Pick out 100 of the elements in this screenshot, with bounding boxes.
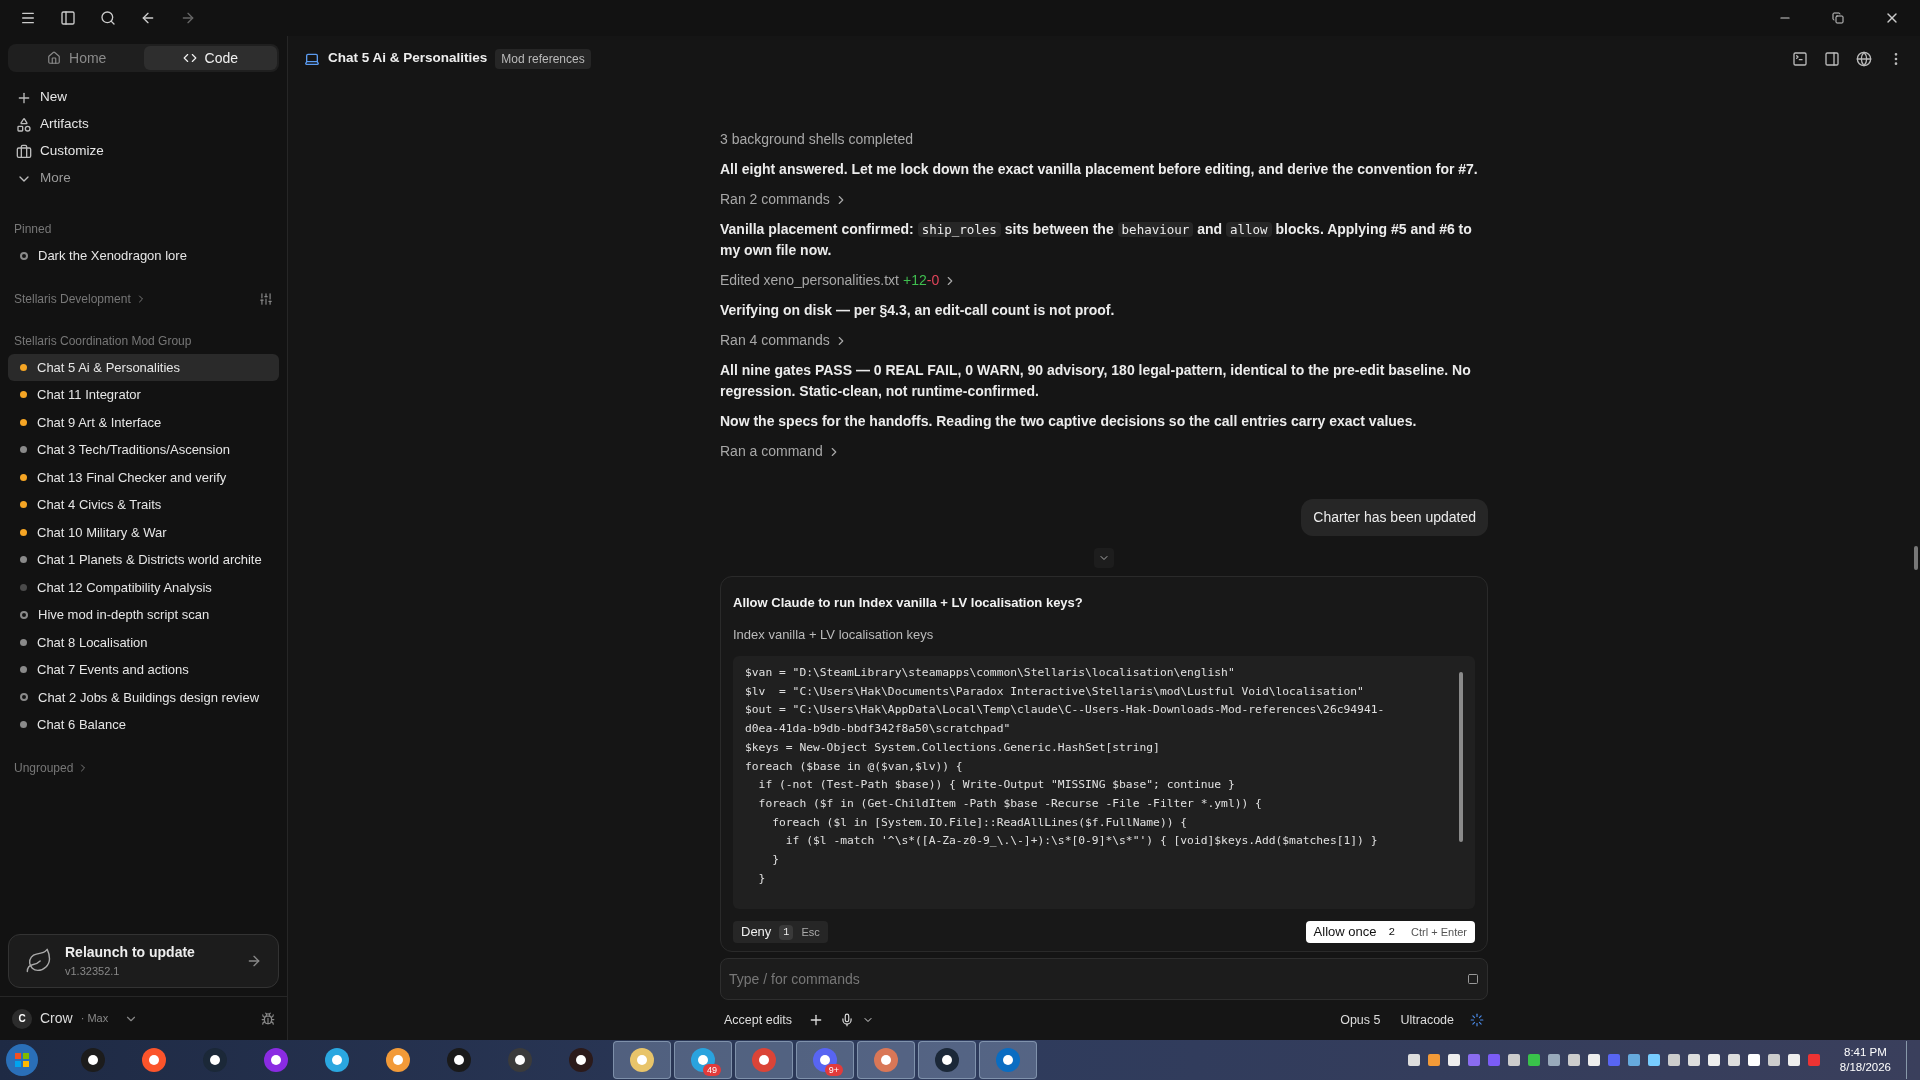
inline-code: ship_roles xyxy=(917,222,1001,237)
tool-summary[interactable]: Ran 2 commands xyxy=(720,189,1488,210)
chat-item[interactable]: Chat 3 Tech/Traditions/Ascension xyxy=(8,436,279,464)
chat-item[interactable]: Chat 13 Final Checker and verify xyxy=(8,463,279,491)
mode-selector[interactable]: Accept edits xyxy=(724,1010,793,1030)
tool-summary[interactable]: Ran a command xyxy=(720,441,1488,462)
scroll-down-button[interactable] xyxy=(1094,548,1114,568)
removed-count: -0 xyxy=(926,271,940,290)
code-line: $van = "D:\SteamLibrary\steamapps\common\Stellaris\localisation\english" xyxy=(745,665,1235,681)
scrollbar-thumb[interactable] xyxy=(1914,546,1918,570)
permission-title: Allow Claude to run Index vanilla + LV localisation keys? xyxy=(733,594,1084,612)
stop-icon[interactable] xyxy=(1467,973,1479,985)
code-line: d0ea-41da-b9db-bbdf342f8a50\scratchpad" xyxy=(745,721,1011,738)
model-selector[interactable]: Opus 5 xyxy=(1340,1010,1381,1030)
chat-item[interactable]: Chat 2 Jobs & Buildings design review xyxy=(8,683,279,711)
filter-icon[interactable] xyxy=(259,291,273,306)
chat-item[interactable]: Chat 6 Balance xyxy=(8,711,279,739)
avatar: C xyxy=(12,1008,32,1029)
chat-item[interactable]: Chat 9 Art & Interface xyxy=(8,408,279,436)
taskbar-app[interactable] xyxy=(613,1041,671,1079)
scrollbar-thumb[interactable] xyxy=(1459,672,1463,842)
shortcut-hint: Ctrl + Enter xyxy=(1411,924,1467,940)
nav-item[interactable]: Artifacts xyxy=(0,111,287,138)
allow-once-button[interactable]: Allow once 2 Ctrl + Enter xyxy=(1305,921,1475,943)
assistant-paragraph: All eight answered. Let me lock down the exact vanilla placement before editing, and derive the convention for #7. xyxy=(720,160,1479,179)
code-line: } xyxy=(771,852,779,869)
taskbar-app[interactable] xyxy=(735,1041,793,1079)
briefcase-icon xyxy=(16,143,32,160)
plan-label: · Max xyxy=(80,1011,109,1027)
mic-icon[interactable] xyxy=(840,1013,855,1027)
arrow-right-icon xyxy=(246,953,262,969)
menu-icon[interactable] xyxy=(20,10,36,26)
code-line: $keys = New-Object System.Collections.Generic.HashSet[string] xyxy=(745,739,1160,756)
chat-item[interactable]: Hive mod in-depth script scan xyxy=(8,601,279,629)
edit-summary[interactable]: Edited xeno_personalities.txt xyxy=(720,270,899,291)
chat-item[interactable]: Chat 4 Civics & Traits xyxy=(8,491,279,519)
group-header[interactable]: Stellaris Development xyxy=(14,289,147,308)
clock-date[interactable]: 8/18/2026 xyxy=(1839,1060,1891,1075)
user-name[interactable]: Crow xyxy=(40,1008,73,1029)
group-header[interactable]: Ungrouped xyxy=(14,758,90,777)
code-icon xyxy=(182,51,197,65)
code-line: if ($l -match '^\s*([A-Za-z0-9_\.\-]+):\s*[0-9]*\s*"') { [void]$keys.Add($matches[1]) } xyxy=(784,833,1378,850)
shortcut-hint: Esc xyxy=(801,924,820,940)
code-line: $out = "C:\Users\Hak\AppData\Local\Temp\claude\C--Users-Hak-Downloads-Mod-references\26c94941- xyxy=(745,702,1385,719)
panel-icon[interactable] xyxy=(1824,50,1840,67)
notification-badge: 9+ xyxy=(824,1064,843,1076)
project-tag[interactable]: Mod references xyxy=(495,48,591,69)
section-label: Pinned xyxy=(13,221,53,238)
tool-summary[interactable]: Ran 4 commands xyxy=(720,330,1488,351)
code-line: } xyxy=(757,870,766,887)
update-title: Relaunch to update xyxy=(65,943,196,963)
taskbar-app[interactable] xyxy=(918,1041,976,1079)
user-message: Charter has been updated xyxy=(1301,499,1488,536)
chat-item[interactable]: Chat 7 Events and actions xyxy=(8,656,279,684)
chat-item[interactable]: Chat 12 Compatibility Analysis xyxy=(8,573,279,601)
chat-item[interactable]: Chat 11 Integrator xyxy=(8,381,279,409)
globe-icon[interactable] xyxy=(1856,50,1872,67)
assistant-paragraph: Now the specs for the handoffs. Reading the two captive decisions so the call entries carry exact values. xyxy=(720,412,1418,431)
chat-item[interactable]: Chat 8 Localisation xyxy=(8,628,279,656)
bug-icon[interactable] xyxy=(261,1011,275,1026)
code-line: foreach ($l in [System.IO.File]::ReadAllLines($f.FullName)) { xyxy=(771,814,1188,831)
start-orb-icon[interactable] xyxy=(4,1042,40,1078)
mode-tab[interactable]: Code xyxy=(143,46,277,70)
forward-icon[interactable] xyxy=(180,10,196,26)
chat-item[interactable]: Dark the Xenodragon lore xyxy=(8,242,279,270)
chat-title: Chat 5 Ai & Personalities xyxy=(328,49,488,68)
update-card[interactable]: Relaunch to update v1.32352.1 xyxy=(8,934,279,988)
composer-field[interactable]: Type / for commands xyxy=(720,958,1488,1000)
nav-item[interactable]: New xyxy=(0,84,287,111)
notification-badge: 49 xyxy=(703,1064,721,1076)
chat-item[interactable]: Chat 1 Planets & Districts world archite xyxy=(8,546,279,574)
assistant-paragraph: Verifying on disk — per §4.3, an edit-call count is not proof. xyxy=(720,301,1116,320)
permission-subtitle: Index vanilla + LV localisation keys xyxy=(733,625,935,644)
mode-tab[interactable]: Home xyxy=(10,46,144,70)
command-input[interactable]: Type / for commands xyxy=(729,968,1467,990)
chat-item[interactable]: Chat 5 Ai & Personalities xyxy=(8,353,279,381)
code-line: $lv = "C:\Users\Hak\Documents\Paradox Interactive\Stellaris\mod\Lustful Void\localisation" xyxy=(745,683,1364,700)
taskbar-app[interactable]: 49 xyxy=(674,1041,732,1079)
nav-item[interactable]: More xyxy=(0,165,287,192)
assistant-paragraph: All nine gates PASS — 0 REAL FAIL, 0 WARN, 90 advisory, 180 legal-pattern, identical to the pre-edit baseline. No regression. Static-clean, not runtime-confirmed. xyxy=(720,361,1472,401)
leaf-icon xyxy=(25,947,53,975)
restore-icon[interactable] xyxy=(1832,12,1844,24)
code-line: foreach ($f in (Get-ChildItem -Path $base -Recurse -File -Filter *.yml)) { xyxy=(757,795,1262,812)
shortcut-key: 2 xyxy=(1388,923,1396,941)
home-icon xyxy=(47,51,62,65)
taskbar-app[interactable]: 9+ xyxy=(796,1041,854,1079)
chat-item[interactable]: Chat 10 Military & War xyxy=(8,518,279,546)
group-header[interactable]: Stellaris Coordination Mod Group xyxy=(14,331,192,350)
code-line: foreach ($base in @($van,$lv)) { xyxy=(745,758,963,775)
terminal-icon[interactable] xyxy=(1792,50,1808,67)
inline-code: allow xyxy=(1226,222,1272,237)
back-icon[interactable] xyxy=(140,10,156,26)
taskbar-app[interactable] xyxy=(857,1041,915,1079)
deny-button[interactable]: Deny 1 Esc xyxy=(733,921,828,943)
nav-item[interactable]: Customize xyxy=(0,138,287,165)
sidebar-toggle-icon[interactable] xyxy=(60,10,76,26)
clock-time[interactable]: 8:41 PM xyxy=(1844,1045,1887,1060)
effort-selector[interactable]: Ultracode xyxy=(1400,1010,1454,1030)
search-icon[interactable] xyxy=(100,10,116,26)
spinner-icon xyxy=(1470,1013,1484,1027)
